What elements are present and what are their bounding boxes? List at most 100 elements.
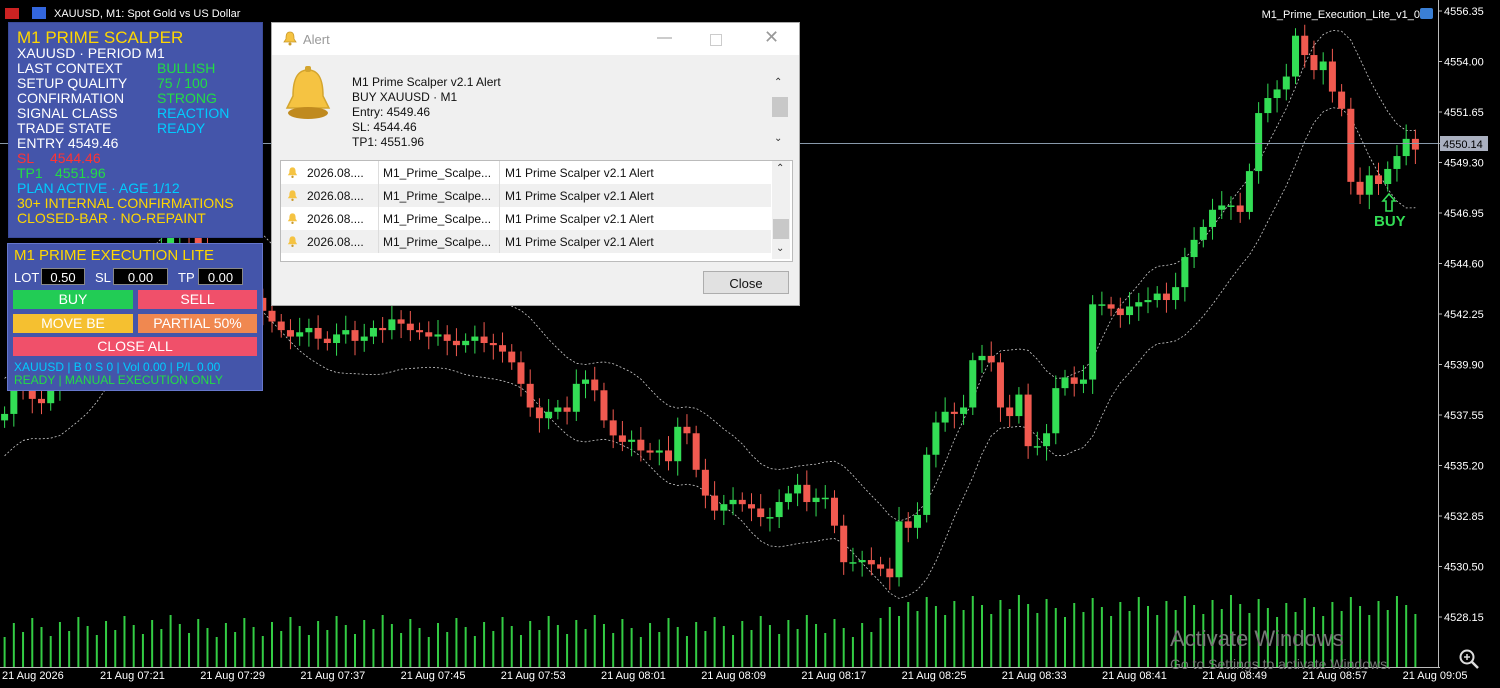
candle [1144, 287, 1152, 314]
candle [1015, 387, 1023, 424]
price-tick-label: 4549.30 [1444, 158, 1484, 170]
candle-body [738, 499, 746, 505]
candle-body [1172, 287, 1180, 301]
alert-list-row[interactable]: 2026.08.... M1_Prime_Scalpe... M1 Prime … [281, 230, 771, 253]
candle-body [1, 413, 9, 421]
candle [858, 550, 866, 577]
alert-list-row[interactable]: 2026.08.... M1_Prime_Scalpe... M1 Prime … [281, 184, 771, 207]
candle-body [729, 499, 737, 505]
candle [720, 494, 728, 526]
candle-body [978, 355, 986, 361]
candle-body [517, 362, 525, 384]
candle-body [775, 502, 783, 518]
message-scrollbar[interactable]: ⌃ ⌄ [770, 75, 790, 149]
candle-body [821, 497, 829, 500]
candle-body [609, 420, 617, 436]
candle-body [1061, 377, 1069, 389]
candle [1365, 166, 1373, 210]
execution-panel-title: M1 PRIME EXECUTION LITE [14, 247, 215, 264]
candle [923, 447, 931, 523]
candle [747, 493, 755, 522]
candle [665, 436, 673, 471]
setup-quality-value: 75 / 100 [157, 75, 208, 91]
candle-body [452, 340, 460, 346]
alert-list-row[interactable]: 2026.08.... M1_Prime_Scalpe... M1 Prime … [281, 207, 771, 230]
candle-body [28, 390, 36, 399]
price-tick-label: 4546.95 [1444, 208, 1484, 220]
candle-body [701, 469, 709, 496]
candle-body [388, 319, 396, 331]
candle [600, 382, 608, 428]
candle-body [1282, 76, 1290, 90]
candle [996, 353, 1004, 422]
candle-body [434, 334, 442, 337]
candle [462, 333, 470, 353]
close-all-button[interactable]: CLOSE ALL [13, 337, 257, 356]
candle-body [591, 379, 599, 391]
no-repaint-row: CLOSED-BAR · NO-REPAINT [17, 210, 206, 226]
candle-body [803, 484, 811, 503]
candle-body [1162, 293, 1170, 301]
expert-name: M1_Prime_Execution_Lite_v1_0 [1261, 9, 1420, 21]
candle [333, 323, 341, 356]
sell-button[interactable]: SELL [138, 290, 257, 309]
candle [526, 369, 534, 417]
sl-input[interactable]: 0.00 [113, 268, 168, 285]
partial-close-button[interactable]: PARTIAL 50% [138, 314, 257, 333]
candle [572, 369, 580, 422]
candle-body [1015, 394, 1023, 417]
alert-close-button[interactable]: Close [703, 271, 789, 294]
candle [1411, 129, 1419, 165]
time-tick-label: 21 Aug 07:37 [300, 670, 366, 682]
confirmation-value: STRONG [157, 90, 217, 106]
minimize-icon[interactable]: — [657, 29, 672, 46]
candle [1328, 48, 1336, 103]
one-click-trading-icon[interactable] [32, 7, 46, 19]
expert-cap-icon[interactable] [1420, 8, 1433, 19]
list-scrollbar[interactable]: ⌃ ⌄ [772, 161, 790, 259]
candle-body [923, 454, 931, 515]
maximize-icon[interactable] [710, 34, 722, 46]
buy-button[interactable]: BUY [13, 290, 133, 309]
candle [1218, 191, 1226, 220]
candle-body [572, 383, 580, 412]
alert-history-list[interactable]: 2026.08.... M1_Prime_Scalpe... M1 Prime … [280, 160, 793, 262]
candle [1255, 102, 1263, 184]
signal-class-row: SIGNAL CLASS REACTION [17, 105, 230, 121]
lot-input[interactable]: 0.50 [41, 268, 85, 285]
candle [711, 481, 719, 520]
candle [1356, 167, 1364, 204]
alert-list-row[interactable]: 2026.08.... M1_Prime_Scalpe... M1 Prime … [281, 161, 771, 184]
candle-body [1227, 205, 1235, 207]
candle-body [600, 390, 608, 421]
time-tick-label: 21 Aug 08:01 [601, 670, 666, 682]
candle-body [333, 334, 341, 344]
candle [1245, 163, 1253, 220]
symbol-title: XAUUSD, M1: Spot Gold vs US Dollar [54, 8, 241, 20]
tp-label: TP [178, 270, 195, 285]
zoom-icon[interactable] [1458, 648, 1480, 670]
close-icon[interactable]: ✕ [764, 27, 779, 48]
candle [425, 321, 433, 350]
tp-input[interactable]: 0.00 [198, 268, 243, 285]
candle [960, 394, 968, 425]
candle [443, 325, 451, 356]
price-tick-label: 4528.15 [1444, 612, 1484, 624]
buy-signal-label: BUY [1374, 213, 1406, 230]
candle [369, 320, 377, 345]
candle-body [1153, 293, 1161, 301]
candle-body [1006, 407, 1014, 417]
candle-body [277, 321, 285, 331]
candle-body [1116, 308, 1124, 316]
candle [1162, 282, 1170, 313]
candle [637, 427, 645, 462]
candle [895, 506, 903, 587]
candle [1181, 247, 1189, 302]
bell-icon [283, 31, 297, 46]
price-tick-label: 4535.20 [1444, 461, 1484, 473]
plan-active-row: PLAN ACTIVE · AGE 1/12 [17, 180, 180, 196]
candle [794, 473, 802, 507]
move-be-button[interactable]: MOVE BE [13, 314, 133, 333]
candle [305, 318, 313, 347]
price-tick-label: 4551.65 [1444, 107, 1484, 119]
